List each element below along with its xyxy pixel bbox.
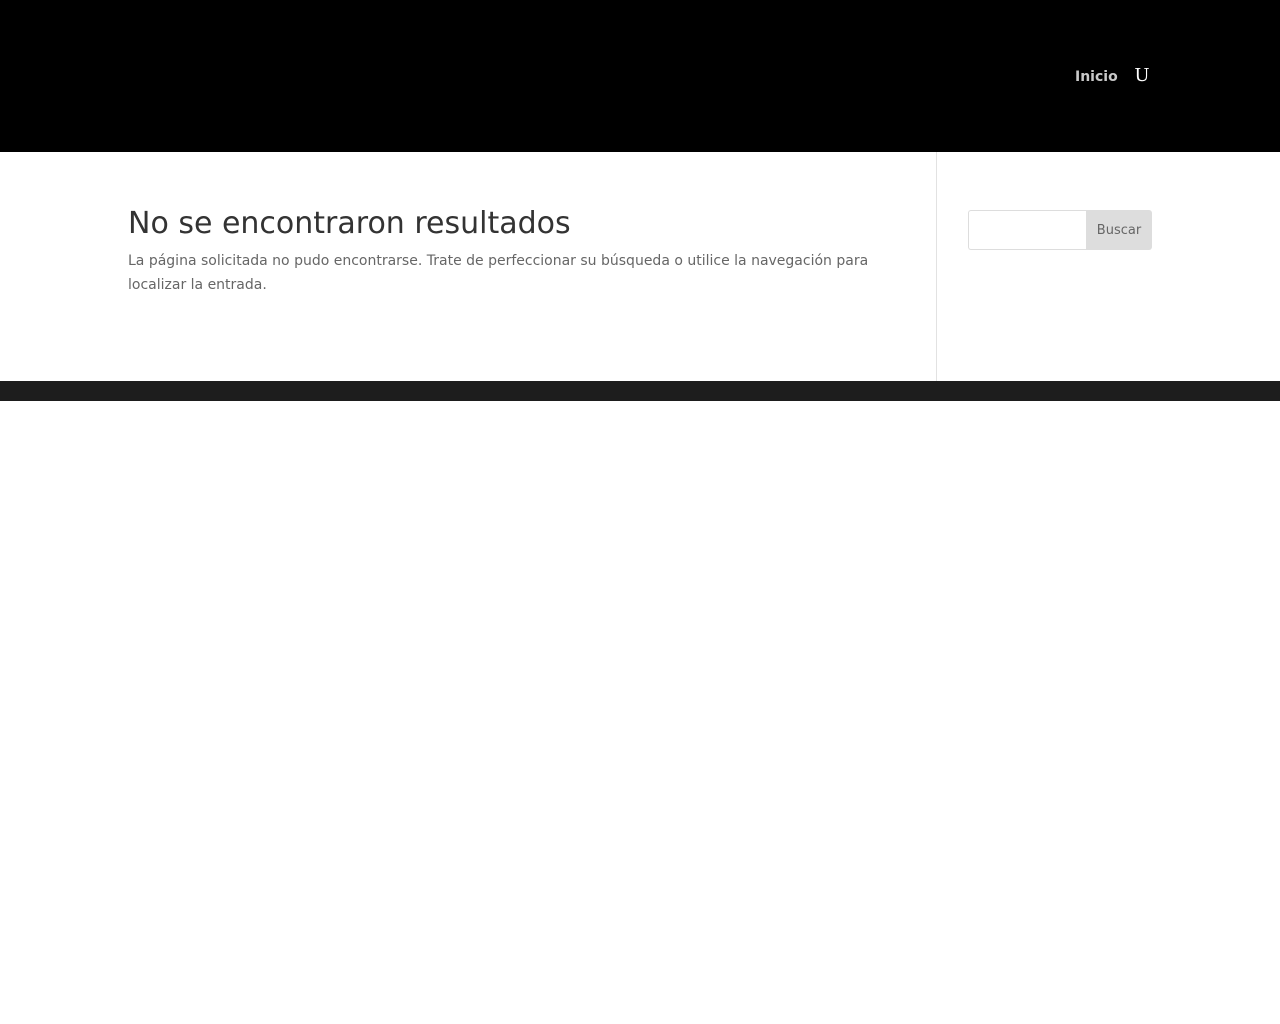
search-input[interactable] (968, 210, 1099, 250)
search-toggle-icon[interactable]: U (1132, 64, 1152, 88)
footer-bar (0, 381, 1280, 401)
search-button[interactable]: Buscar (1086, 210, 1152, 250)
main-navigation: Inicio U (0, 0, 1280, 152)
sidebar-search-form: Buscar (968, 210, 1152, 250)
not-found-message: La página solicitada no pudo encontrarse… (128, 253, 869, 293)
page-title: No se encontraron resultados (128, 206, 571, 241)
site-header: Inicio U (0, 0, 1280, 152)
nav-item-inicio[interactable]: Inicio (1075, 67, 1118, 87)
sidebar-divider (936, 152, 937, 381)
main-content-area: No se encontraron resultados La página s… (0, 152, 1280, 381)
